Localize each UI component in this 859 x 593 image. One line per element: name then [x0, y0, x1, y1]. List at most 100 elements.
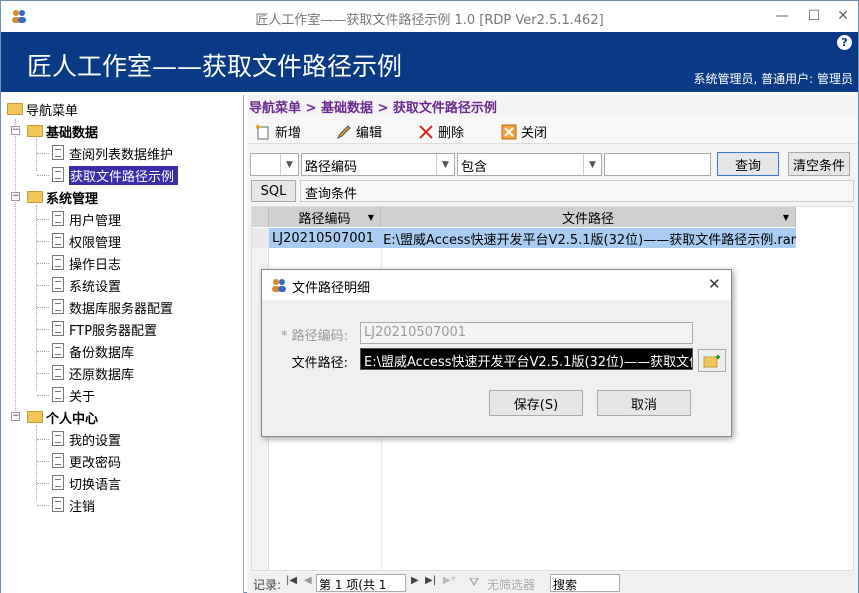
tree-line [37, 351, 49, 352]
sidebar-item-label: 获取文件路径示例 [69, 165, 179, 185]
browse-folder-button[interactable] [698, 349, 726, 372]
tree-line [37, 219, 49, 220]
field-select[interactable]: 路径编码 ▼ [301, 153, 455, 176]
minimize-button[interactable]: — [767, 3, 797, 29]
sidebar-item[interactable]: 查阅列表数据维护 [50, 143, 173, 163]
sidebar-item[interactable]: 权限管理 [50, 231, 121, 251]
filter-funnel-icon[interactable]: ⛛ [469, 575, 479, 590]
sidebar-item[interactable]: 数据库服务器配置 [50, 297, 173, 317]
search-input[interactable]: 搜索 [550, 574, 620, 592]
record-position[interactable]: 第 1 项(共 1 项) [316, 574, 406, 592]
tree-line [37, 505, 49, 506]
tree-line [37, 285, 49, 286]
next-record-icon[interactable]: ▶ [411, 575, 419, 586]
sidebar-item-label: 更改密码 [69, 455, 122, 471]
toolbar: 新增 编辑 删除 关闭 [247, 117, 858, 144]
folder-open-icon [27, 189, 43, 205]
new-record-icon[interactable]: ▶* [443, 575, 456, 586]
sidebar-item[interactable]: 我的设置 [50, 429, 121, 449]
sidebar-item[interactable]: 关于 [50, 385, 95, 405]
tree-line [37, 461, 49, 462]
nav-group-label: 系统管理 [46, 191, 99, 207]
edit-button[interactable]: 编辑 [336, 122, 382, 141]
sql-button[interactable]: SQL [251, 180, 296, 202]
sidebar-item-label: 系统设置 [69, 279, 122, 295]
column-header-code[interactable]: 路径编码 ▼ [269, 207, 381, 227]
sidebar-item[interactable]: 备份数据库 [50, 341, 134, 361]
operator-select[interactable]: 包含 ▼ [457, 153, 602, 176]
dialog-close-icon[interactable]: ✕ [708, 275, 721, 293]
help-icon[interactable]: ? [837, 35, 852, 50]
no-filter-label: 无筛选器 [487, 578, 536, 592]
filter-bar: ▼ 路径编码 ▼ 包含 ▼ 查询 清空条件 [247, 151, 858, 177]
sidebar-item[interactable]: 用户管理 [50, 209, 121, 229]
delete-button[interactable]: 删除 [418, 122, 464, 141]
last-record-icon[interactable]: ▶| [425, 575, 436, 586]
sidebar-item[interactable]: 操作日志 [50, 253, 121, 273]
collapse-toggle[interactable]: − [11, 192, 20, 201]
close-box-icon [501, 124, 517, 140]
logic-select[interactable]: ▼ [250, 153, 299, 176]
sidebar-item-label: 查阅列表数据维护 [69, 147, 174, 163]
add-button[interactable]: 新增 [255, 122, 301, 141]
chevron-down-icon: ▼ [583, 154, 601, 175]
sidebar-item-label: 切换语言 [69, 477, 122, 493]
prev-record-icon[interactable]: ◀ [304, 575, 312, 586]
nav-root[interactable]: 导航菜单 [7, 99, 78, 119]
collapse-toggle[interactable]: − [11, 412, 20, 421]
current-user: 系统管理员, 普通用户: 管理员 [693, 72, 854, 86]
query-condition: 查询条件 [300, 180, 854, 202]
info-icon [50, 387, 66, 403]
nav-root-label: 导航菜单 [26, 103, 79, 119]
user-settings-icon [50, 431, 66, 447]
sort-dropdown-icon[interactable]: ▼ [783, 213, 789, 222]
nav-group[interactable]: 系统管理 [27, 187, 98, 207]
row-selector[interactable] [252, 228, 269, 248]
sidebar-item-label: 还原数据库 [69, 367, 135, 383]
sidebar-item[interactable]: 切换语言 [50, 473, 121, 493]
chevron-down-icon: ▼ [280, 154, 298, 175]
logout-icon [50, 497, 66, 513]
users-icon [272, 279, 286, 292]
sidebar-item[interactable]: 获取文件路径示例 [50, 165, 179, 185]
tree-line [37, 395, 49, 396]
column-header-path[interactable]: 文件路径 ▼ [381, 207, 796, 227]
code-field[interactable]: LJ20210507001 [360, 322, 693, 344]
title-bar: 匠人工作室——获取文件路径示例 1.0 [RDP Ver2.5.1.462] —… [1, 1, 858, 32]
dialog-title: 文件路径明细 [292, 281, 371, 296]
tree-line [37, 153, 49, 154]
folder-open-icon [27, 409, 43, 425]
close-tab-button[interactable]: 关闭 [501, 122, 547, 141]
sort-dropdown-icon[interactable]: ▼ [368, 213, 374, 222]
path-label: 文件路径: [291, 356, 348, 371]
sidebar-item[interactable]: 还原数据库 [50, 363, 134, 383]
clear-filter-button[interactable]: 清空条件 [788, 152, 850, 176]
save-button[interactable]: 保存(S) [489, 390, 583, 416]
path-field[interactable]: E:\盟威Access快速开发平台V2.5.1版(32位)——获取文件路径示例.… [360, 348, 693, 370]
maximize-button[interactable]: ☐ [799, 3, 829, 29]
table-row[interactable]: LJ20210507001 E:\盟威Access快速开发平台V2.5.1版(3… [269, 228, 796, 248]
sidebar-item-label: 我的设置 [69, 433, 122, 449]
sidebar-item-label: FTP服务器配置 [69, 323, 158, 339]
tree-line [36, 205, 37, 391]
nav-group[interactable]: 个人中心 [27, 407, 98, 427]
nav-group[interactable]: 基础数据 [27, 121, 98, 141]
sidebar-item[interactable]: 更改密码 [50, 451, 121, 471]
chevron-down-icon: ▼ [436, 154, 454, 175]
cell-code: LJ20210507001 [272, 230, 375, 246]
filter-value-input[interactable] [604, 153, 711, 176]
restore-icon [50, 365, 66, 381]
sidebar-item[interactable]: 注销 [50, 495, 95, 515]
sidebar-item[interactable]: 系统设置 [50, 275, 121, 295]
tree-line [37, 263, 49, 264]
collapse-toggle[interactable]: − [11, 126, 20, 135]
query-button[interactable]: 查询 [717, 152, 779, 176]
first-record-icon[interactable]: |◀ [286, 575, 297, 586]
sidebar-item[interactable]: FTP服务器配置 [50, 319, 157, 339]
close-window-button[interactable]: ✕ [828, 3, 858, 29]
cancel-button[interactable]: 取消 [597, 390, 691, 416]
row-selector-header[interactable] [252, 207, 269, 227]
tree-line [15, 119, 16, 417]
app-window: 匠人工作室——获取文件路径示例 1.0 [RDP Ver2.5.1.462] —… [0, 0, 859, 593]
delete-x-icon [418, 124, 434, 140]
